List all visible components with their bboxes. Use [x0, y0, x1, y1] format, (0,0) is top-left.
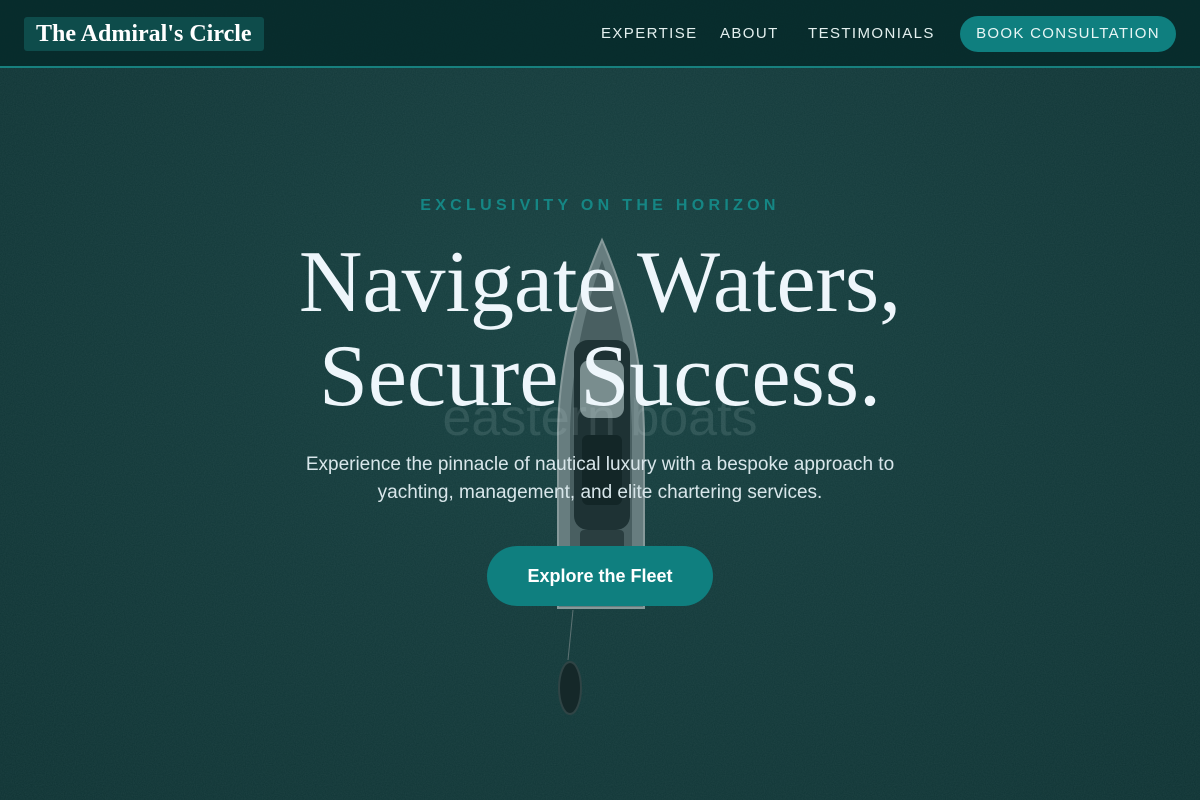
nav-link-expertise[interactable]: EXPERTISE [601, 24, 698, 44]
hero-headline: Navigate Waters, Secure Success. [0, 236, 1200, 424]
nav-link-about[interactable]: ABOUT [720, 24, 779, 44]
site-logo[interactable]: The Admiral's Circle [24, 17, 264, 51]
hero-headline-line-1: Navigate Waters, [298, 234, 902, 331]
site-header: The Admiral's Circle EXPERTISE ABOUT TES… [0, 0, 1200, 68]
hero-section: eastern boats EXCLUSIVITY ON THE HORIZON… [0, 0, 1200, 800]
book-consultation-button[interactable]: BOOK CONSULTATION [960, 16, 1176, 52]
hero-eyebrow: EXCLUSIVITY ON THE HORIZON [420, 197, 780, 214]
explore-fleet-button[interactable]: Explore the Fleet [487, 546, 713, 606]
hero-headline-line-2: Secure Success. [318, 328, 882, 425]
hero-subtitle: Experience the pinnacle of nautical luxu… [305, 454, 895, 503]
nav-link-testimonials[interactable]: TESTIMONIALS [808, 24, 935, 44]
